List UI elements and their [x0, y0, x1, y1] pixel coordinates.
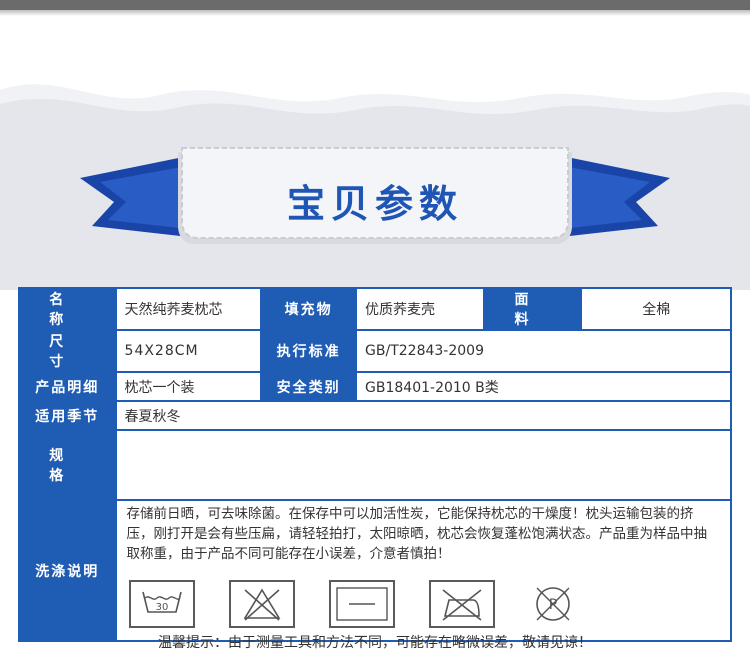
no-iron-icon	[428, 580, 495, 628]
spec-label: 规 格	[18, 429, 117, 501]
safety-value: GB18401-2010 B类	[355, 371, 732, 402]
size-value: 54X28CM	[114, 329, 263, 373]
svg-text:30: 30	[155, 602, 168, 613]
season-label: 适用季节	[18, 400, 117, 431]
table-row: 规 格	[18, 429, 733, 501]
wash-30-icon: 30	[128, 580, 195, 628]
name-value: 天然纯荞麦枕芯	[114, 287, 263, 331]
care-cell: 存储前日晒，可去味除菌。在保存中可以加活性炭，它能保持枕芯的干燥度！枕头运输包装…	[114, 499, 733, 642]
season-value: 春夏秋冬	[114, 400, 733, 431]
filling-label: 填充物	[260, 287, 358, 331]
table-row: 名 称 天然纯荞麦枕芯 填充物 优质荞麦壳 面 料 全棉	[18, 287, 732, 331]
filling-value: 优质荞麦壳	[355, 287, 485, 331]
no-bleach-icon	[228, 580, 295, 628]
size-label: 尺 寸	[18, 329, 117, 373]
care-icons: 30 P	[123, 564, 724, 640]
safety-label: 安全类别	[260, 371, 358, 402]
table-row: 产品明细 枕芯一个装 安全类别 GB18401-2010 B类	[18, 371, 732, 402]
detail-label: 产品明细	[18, 371, 117, 402]
flat-dry-icon	[328, 580, 395, 628]
detail-value: 枕芯一个装	[114, 371, 263, 402]
care-instructions: 存储前日晒，可去味除菌。在保存中可以加活性炭，它能保持枕芯的干燥度！枕头运输包装…	[126, 506, 708, 562]
care-label: 洗涤说明	[18, 499, 117, 642]
table-row: 适用季节 春夏秋冬	[18, 400, 733, 431]
fabric-value: 全棉	[580, 287, 732, 331]
footer-note: 温馨提示：由于测量工具和方法不同，可能存在略微误差，敬请见谅！	[158, 635, 592, 651]
svg-text:P: P	[548, 597, 556, 613]
fabric-label: 面 料	[482, 287, 583, 331]
parameters-table: 名 称 天然纯荞麦枕芯 填充物 优质荞麦壳 面 料 全棉 尺 寸 54X28CM…	[18, 287, 733, 642]
table-row: 尺 寸 54X28CM 执行标准 GB/T22843-2009	[18, 329, 732, 373]
table-row: 洗涤说明 存储前日晒，可去味除菌。在保存中可以加活性炭，它能保持枕芯的干燥度！枕…	[18, 499, 733, 642]
spec-value	[114, 429, 733, 501]
dry-clean-p-icon: P	[529, 580, 577, 628]
name-label: 名 称	[18, 287, 117, 331]
standard-label: 执行标准	[260, 329, 358, 373]
banner-title: 宝贝参数	[286, 181, 463, 226]
standard-value: GB/T22843-2009	[355, 329, 732, 373]
